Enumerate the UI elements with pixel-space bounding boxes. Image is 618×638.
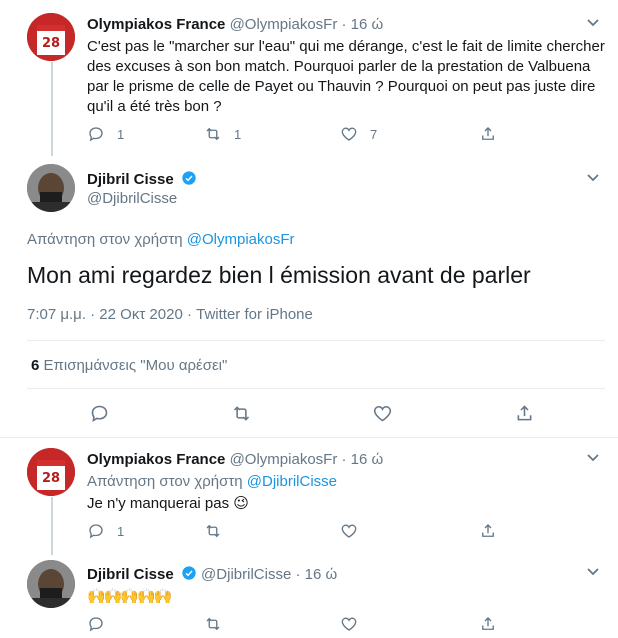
- avatar[interactable]: [27, 560, 75, 608]
- tweet-time[interactable]: · 16 ώ: [342, 16, 384, 33]
- divider: [27, 388, 605, 389]
- verified-badge-icon: [182, 566, 196, 580]
- share-icon: [482, 524, 494, 537]
- reply-to-link[interactable]: @DjibrilCisse: [247, 473, 337, 490]
- reply-to-link[interactable]: @OlympiakosFr: [187, 231, 295, 248]
- wink-emoji: 😉: [233, 495, 249, 512]
- likes-label: Επισημάνσεις "Μου αρέσει": [43, 357, 228, 374]
- tweet-text: Mon ami regardez bien l émission avant d…: [27, 262, 531, 288]
- retweet-button[interactable]: [204, 615, 340, 633]
- tweet-time[interactable]: · 16 ώ: [342, 451, 384, 468]
- author-handle[interactable]: @OlympiakosFr: [230, 451, 338, 468]
- more-icon[interactable]: [582, 448, 604, 468]
- reply-count: 1: [117, 523, 125, 539]
- tweet-text: C'est pas le "marcher sur l'eau" qui me …: [87, 38, 605, 115]
- like-button[interactable]: [340, 615, 479, 633]
- author-handle[interactable]: @DjibrilCisse: [201, 566, 291, 583]
- more-icon[interactable]: [582, 168, 604, 188]
- retweet-icon: [206, 617, 220, 631]
- retweet-button[interactable]: [231, 403, 372, 424]
- reply-icon: [89, 524, 103, 539]
- share-icon: [482, 617, 494, 630]
- like-button[interactable]: 7: [340, 125, 479, 143]
- heart-icon: [341, 127, 357, 141]
- heart-icon: [373, 405, 392, 422]
- reply-count: 1: [117, 126, 125, 142]
- verified-badge-icon: [182, 171, 196, 185]
- thread-line: [51, 497, 53, 555]
- divider: [0, 437, 618, 438]
- retweet-icon: [206, 524, 220, 538]
- author-name[interactable]: Djibril Cisse: [87, 171, 174, 188]
- reply-icon: [91, 405, 108, 423]
- more-icon[interactable]: [582, 13, 604, 33]
- divider: [27, 340, 605, 341]
- more-icon[interactable]: [582, 562, 604, 582]
- thread-line: [51, 62, 53, 156]
- share-button[interactable]: [479, 615, 497, 633]
- avatar[interactable]: 28: [27, 448, 75, 496]
- reply-icon: [89, 127, 103, 142]
- reply-icon: [89, 617, 103, 632]
- like-count: 7: [370, 126, 378, 142]
- reply-button[interactable]: 1: [87, 522, 204, 540]
- author-name[interactable]: Djibril Cisse: [87, 566, 174, 583]
- heart-icon: [341, 617, 357, 631]
- share-icon: [517, 405, 532, 421]
- share-button[interactable]: [479, 125, 497, 143]
- likes-count: 6: [31, 357, 40, 374]
- avatar[interactable]: 28: [27, 13, 75, 61]
- avatar[interactable]: [27, 164, 75, 212]
- author-handle[interactable]: @DjibrilCisse: [87, 190, 177, 207]
- likes-summary[interactable]: 6 Επισημάνσεις "Μου αρέσει": [31, 357, 227, 374]
- share-button[interactable]: [479, 522, 497, 540]
- like-button[interactable]: [372, 403, 514, 424]
- reply-to-label: Απάντηση στον χρήστη: [27, 231, 183, 248]
- tweet-text: Je n'y manquerai pas: [87, 495, 230, 512]
- like-button[interactable]: [340, 522, 479, 540]
- svg-text:28: 28: [42, 36, 60, 51]
- tweet-time[interactable]: · 16 ώ: [295, 566, 337, 583]
- retweet-icon: [206, 127, 220, 141]
- author-name[interactable]: Olympiakos France: [87, 16, 225, 33]
- retweet-count: 1: [234, 126, 242, 142]
- share-icon: [482, 127, 494, 140]
- reply-button[interactable]: 1: [87, 125, 204, 143]
- svg-text:28: 28: [42, 471, 60, 486]
- heart-icon: [341, 524, 357, 538]
- reply-button[interactable]: [87, 615, 204, 633]
- share-button[interactable]: [514, 403, 535, 424]
- tweet-text: 🙌🙌🙌🙌🙌: [87, 588, 172, 605]
- reply-button[interactable]: [89, 403, 231, 424]
- author-handle[interactable]: @OlympiakosFr: [230, 16, 338, 33]
- retweet-button[interactable]: 1: [204, 125, 340, 143]
- author-name[interactable]: Olympiakos France: [87, 451, 225, 468]
- retweet-icon: [233, 406, 250, 421]
- retweet-button[interactable]: [204, 522, 340, 540]
- tweet-timestamp[interactable]: 7:07 μ.μ. · 22 Οκτ 2020 · Twitter for iP…: [27, 306, 313, 323]
- reply-to-label: Απάντηση στον χρήστη: [87, 473, 243, 490]
